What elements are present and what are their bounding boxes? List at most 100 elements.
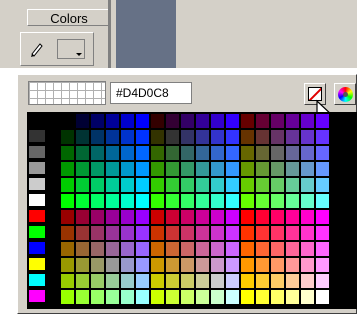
- palette-swatch[interactable]: [121, 226, 134, 240]
- palette-swatch[interactable]: [181, 194, 194, 208]
- palette-swatch[interactable]: [61, 178, 74, 192]
- palette-swatch[interactable]: [286, 130, 299, 144]
- palette-swatch[interactable]: [29, 274, 45, 286]
- palette-swatch[interactable]: [241, 242, 254, 256]
- palette-swatch[interactable]: [166, 242, 179, 256]
- palette-swatch[interactable]: [151, 194, 164, 208]
- palette-swatch[interactable]: [29, 178, 45, 190]
- palette-swatch[interactable]: [181, 226, 194, 240]
- palette-swatch[interactable]: [106, 178, 119, 192]
- palette-swatch[interactable]: [271, 130, 284, 144]
- palette-swatch[interactable]: [181, 210, 194, 224]
- palette-swatch[interactable]: [181, 114, 194, 128]
- palette-swatch[interactable]: [271, 242, 284, 256]
- palette-swatch[interactable]: [181, 290, 194, 304]
- palette-swatch[interactable]: [271, 178, 284, 192]
- palette-swatch[interactable]: [241, 114, 254, 128]
- palette-swatch[interactable]: [211, 242, 224, 256]
- palette-swatch[interactable]: [256, 194, 269, 208]
- palette-swatch[interactable]: [211, 290, 224, 304]
- palette-swatch[interactable]: [136, 130, 149, 144]
- palette-swatch[interactable]: [106, 258, 119, 272]
- palette-swatch[interactable]: [226, 242, 239, 256]
- palette-swatch[interactable]: [166, 114, 179, 128]
- palette-swatch[interactable]: [271, 114, 284, 128]
- palette-swatch[interactable]: [271, 210, 284, 224]
- palette-swatch[interactable]: [151, 130, 164, 144]
- palette-swatch[interactable]: [121, 178, 134, 192]
- palette-swatch[interactable]: [301, 242, 314, 256]
- palette-swatch[interactable]: [106, 274, 119, 288]
- palette-swatch[interactable]: [301, 146, 314, 160]
- palette-swatch[interactable]: [241, 146, 254, 160]
- palette-swatch[interactable]: [29, 130, 45, 142]
- palette-swatch[interactable]: [196, 242, 209, 256]
- palette-swatch[interactable]: [106, 130, 119, 144]
- palette-swatch[interactable]: [29, 114, 45, 126]
- palette-swatch[interactable]: [271, 226, 284, 240]
- palette-swatch[interactable]: [166, 194, 179, 208]
- palette-swatch[interactable]: [316, 130, 329, 144]
- palette-swatch[interactable]: [61, 274, 74, 288]
- palette-swatch[interactable]: [256, 226, 269, 240]
- palette-swatch[interactable]: [316, 162, 329, 176]
- palette-swatch[interactable]: [271, 290, 284, 304]
- palette-swatch[interactable]: [226, 210, 239, 224]
- palette-swatch[interactable]: [121, 162, 134, 176]
- palette-swatch[interactable]: [29, 258, 45, 270]
- palette-swatch[interactable]: [196, 290, 209, 304]
- palette-swatch[interactable]: [301, 194, 314, 208]
- palette-swatch[interactable]: [106, 226, 119, 240]
- palette-swatch[interactable]: [29, 242, 45, 254]
- palette-swatch[interactable]: [151, 114, 164, 128]
- palette-swatch[interactable]: [181, 274, 194, 288]
- palette-swatch[interactable]: [241, 274, 254, 288]
- palette-swatch[interactable]: [121, 210, 134, 224]
- palette-swatch[interactable]: [196, 274, 209, 288]
- palette-swatch[interactable]: [241, 258, 254, 272]
- palette-swatch[interactable]: [226, 226, 239, 240]
- palette-swatch[interactable]: [136, 274, 149, 288]
- palette-swatch[interactable]: [151, 210, 164, 224]
- palette-swatch[interactable]: [106, 114, 119, 128]
- palette-swatch[interactable]: [286, 274, 299, 288]
- palette-swatch[interactable]: [241, 194, 254, 208]
- palette-swatch[interactable]: [61, 290, 74, 304]
- palette-swatch[interactable]: [286, 114, 299, 128]
- stroke-color-swatch[interactable]: [57, 39, 85, 59]
- palette-swatch[interactable]: [151, 274, 164, 288]
- palette-swatch[interactable]: [256, 258, 269, 272]
- palette-swatch[interactable]: [241, 226, 254, 240]
- palette-swatch[interactable]: [136, 178, 149, 192]
- palette-swatch[interactable]: [226, 290, 239, 304]
- palette-swatch[interactable]: [256, 178, 269, 192]
- palette-swatch[interactable]: [76, 242, 89, 256]
- palette-swatch[interactable]: [271, 162, 284, 176]
- palette-swatch[interactable]: [76, 274, 89, 288]
- palette-swatch[interactable]: [211, 178, 224, 192]
- palette-swatch[interactable]: [29, 194, 45, 206]
- palette-swatch[interactable]: [316, 242, 329, 256]
- palette-swatch[interactable]: [286, 290, 299, 304]
- palette-swatch[interactable]: [91, 258, 104, 272]
- palette-swatch[interactable]: [226, 274, 239, 288]
- palette-swatch[interactable]: [286, 226, 299, 240]
- palette-swatch[interactable]: [226, 162, 239, 176]
- palette-swatch[interactable]: [76, 210, 89, 224]
- palette-swatch[interactable]: [121, 258, 134, 272]
- palette-swatch[interactable]: [241, 290, 254, 304]
- palette-swatch[interactable]: [76, 258, 89, 272]
- palette-swatch[interactable]: [301, 290, 314, 304]
- palette-swatch[interactable]: [181, 130, 194, 144]
- palette-swatch[interactable]: [121, 194, 134, 208]
- palette-swatch[interactable]: [106, 290, 119, 304]
- palette-swatch[interactable]: [316, 194, 329, 208]
- palette-swatch[interactable]: [151, 146, 164, 160]
- palette-swatch[interactable]: [151, 242, 164, 256]
- palette-swatch[interactable]: [301, 178, 314, 192]
- palette-swatch[interactable]: [316, 226, 329, 240]
- palette-swatch[interactable]: [181, 258, 194, 272]
- panel-title-tab[interactable]: Colors: [27, 9, 111, 26]
- palette-swatch[interactable]: [136, 258, 149, 272]
- palette-swatch[interactable]: [256, 130, 269, 144]
